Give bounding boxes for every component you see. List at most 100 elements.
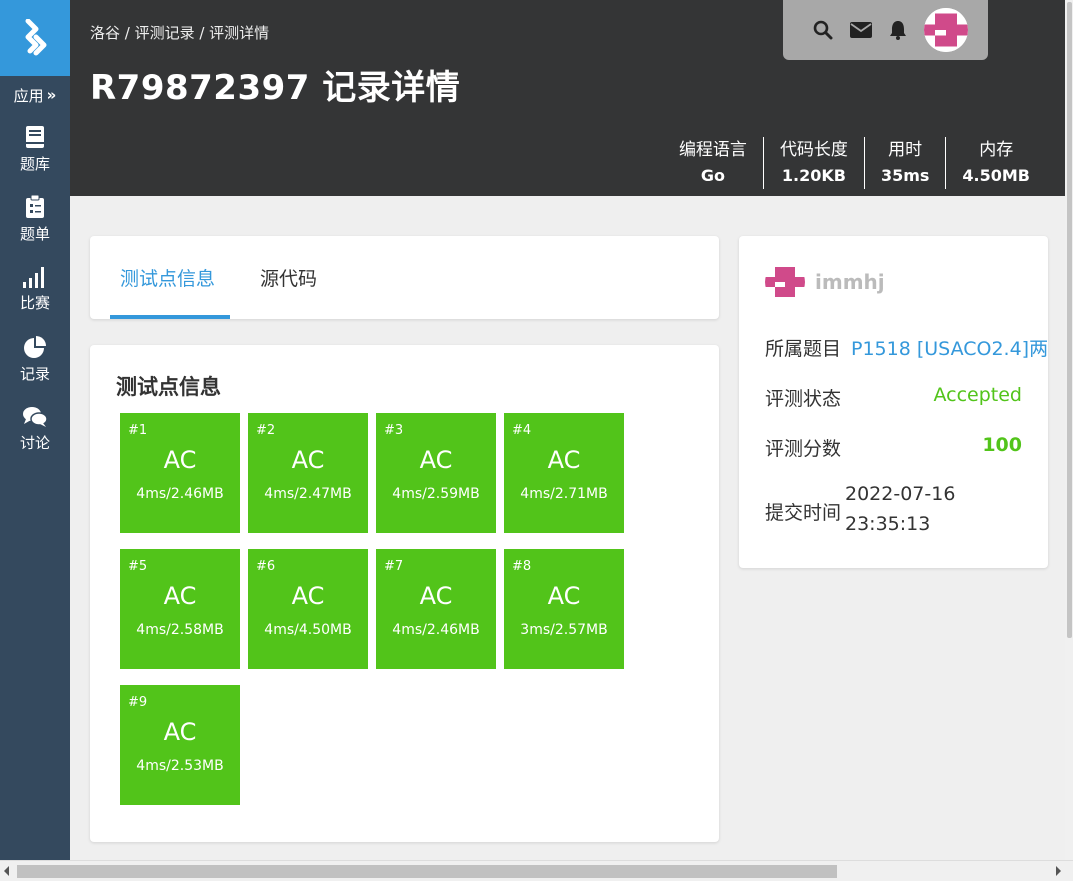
testcase-tile[interactable]: #9 AC 4ms/2.53MB [120, 685, 240, 805]
section-title: 测试点信息 [116, 375, 221, 399]
sidebar-item-label: 讨论 [19, 433, 50, 452]
user-avatar[interactable] [924, 8, 968, 52]
breadcrumb[interactable]: 洛谷 / 评测记录 / 评测详情 [90, 22, 269, 43]
tabs-card: 测试点信息 源代码 [90, 236, 719, 319]
stat-label: 编程语言 [678, 140, 747, 160]
testcase-number: #4 [512, 423, 532, 438]
stat-value: 1.20KB [781, 166, 846, 185]
problem-label: 所属题目 [765, 338, 842, 360]
logo-icon [25, 19, 47, 56]
testcase-number: #2 [256, 423, 276, 438]
sidebar-item-records[interactable]: 记录 [0, 324, 70, 394]
search-icon[interactable] [813, 20, 833, 40]
stat-value: 4.50MB [962, 166, 1030, 185]
testcase-usage: 4ms/2.46MB [136, 486, 224, 502]
testcase-status: AC [547, 446, 581, 474]
user-toolbar [783, 0, 988, 60]
status-value: Accepted [933, 384, 1022, 406]
testcase-tile[interactable]: #4 AC 4ms/2.71MB [504, 413, 624, 533]
testcases-card: 测试点信息 #1 AC 4ms/2.46MB #2 AC 4ms/2.47MB … [90, 345, 719, 842]
book-icon [26, 125, 44, 148]
testcase-status: AC [163, 718, 197, 746]
testcase-number: #5 [128, 559, 148, 574]
testcase-tile[interactable]: #2 AC 4ms/2.47MB [248, 413, 368, 533]
stat-value: 35ms [880, 166, 930, 185]
sidebar-item-label: 比赛 [19, 293, 50, 312]
sidebar-item-discuss[interactable]: 讨论 [0, 394, 70, 464]
stat-value: Go [700, 166, 725, 185]
problem-link[interactable]: P1518 [USACO2.4]两只塔 [851, 334, 1048, 361]
submit-date: 2022-07-16 [845, 483, 956, 505]
stat-code-length: 代码长度 1.20KB [762, 137, 864, 189]
submitter[interactable]: immhj [765, 262, 885, 302]
testcase-number: #8 [512, 559, 532, 574]
sidebar: 应用 » 题库 题单 比赛 记录 讨论 [0, 0, 70, 860]
apps-label: 应用 [13, 86, 44, 105]
sidebar-item-label: 题单 [19, 224, 50, 243]
horizontal-scrollbar[interactable] [0, 860, 1073, 881]
horizontal-scroll-thumb[interactable] [17, 865, 837, 878]
vertical-scroll-thumb[interactable] [1067, 2, 1072, 638]
bell-icon[interactable] [889, 20, 907, 40]
testcase-number: #7 [384, 559, 404, 574]
testcase-number: #6 [256, 559, 276, 574]
submit-clock: 23:35:13 [845, 513, 931, 535]
status-label: 评测状态 [765, 388, 842, 410]
testcase-usage: 4ms/2.53MB [136, 758, 224, 774]
testcase-usage: 4ms/2.71MB [520, 486, 608, 502]
active-tab-indicator [110, 315, 230, 319]
testcase-tile[interactable]: #1 AC 4ms/2.46MB [120, 413, 240, 533]
apps-toggle[interactable]: 应用 » [0, 76, 70, 114]
score-label: 评测分数 [765, 438, 842, 460]
vertical-scrollbar[interactable] [1065, 0, 1073, 860]
avatar [765, 262, 805, 302]
testcase-tile[interactable]: #5 AC 4ms/2.58MB [120, 549, 240, 669]
testcase-status: AC [547, 582, 581, 610]
testcase-status: AC [291, 582, 325, 610]
page-title: R79872397 记录详情 [90, 68, 461, 108]
stat-label: 用时 [888, 140, 923, 160]
testcase-status: AC [163, 582, 197, 610]
comments-icon [23, 406, 48, 427]
submit-time-label: 提交时间 [765, 502, 842, 524]
testcase-tile[interactable]: #6 AC 4ms/4.50MB [248, 549, 368, 669]
testcase-number: #9 [128, 695, 148, 710]
bar-chart-icon [23, 266, 44, 288]
tab-testcases[interactable]: 测试点信息 [120, 264, 215, 291]
testcase-status: AC [163, 446, 197, 474]
pie-chart-icon [24, 335, 46, 358]
sidebar-item-label: 记录 [19, 364, 50, 383]
stat-memory: 内存 4.50MB [945, 137, 1046, 189]
sidebar-item-problems[interactable]: 题库 [0, 114, 70, 184]
stat-label: 内存 [979, 140, 1014, 160]
mail-icon[interactable] [850, 22, 872, 38]
clipboard-icon [26, 194, 44, 218]
testcase-status: AC [419, 582, 453, 610]
sidebar-item-training[interactable]: 题单 [0, 184, 70, 254]
luogu-logo[interactable] [0, 0, 70, 76]
testcase-usage: 4ms/4.50MB [264, 622, 352, 638]
submission-info-card: immhj 所属题目 P1518 [USACO2.4]两只塔 评测状态 Acce… [739, 236, 1048, 568]
sidebar-item-label: 题库 [19, 154, 50, 173]
testcase-tile[interactable]: #8 AC 3ms/2.57MB [504, 549, 624, 669]
page-header: 洛谷 / 评测记录 / 评测详情 R79872397 记录详情 编程语言 Go … [70, 0, 1073, 196]
scroll-right-icon[interactable] [1056, 866, 1061, 876]
testcase-number: #1 [128, 423, 148, 438]
testcase-usage: 4ms/2.58MB [136, 622, 224, 638]
tab-source-code[interactable]: 源代码 [260, 264, 317, 291]
testcase-tile[interactable]: #3 AC 4ms/2.59MB [376, 413, 496, 533]
testcase-usage: 4ms/2.47MB [264, 486, 352, 502]
identicon-avatar [765, 262, 805, 302]
double-chevron-right-icon: » [46, 86, 57, 104]
scroll-left-icon[interactable] [4, 866, 9, 876]
stat-language: 编程语言 Go [663, 137, 763, 189]
score-value: 100 [982, 434, 1022, 456]
stat-label: 代码长度 [779, 140, 848, 160]
submission-stats: 编程语言 Go 代码长度 1.20KB 用时 35ms 内存 4.50MB [663, 137, 1046, 189]
testcase-usage: 4ms/2.59MB [392, 486, 480, 502]
stat-time: 用时 35ms [863, 137, 945, 189]
testcase-status: AC [419, 446, 453, 474]
testcase-tile[interactable]: #7 AC 4ms/2.46MB [376, 549, 496, 669]
sidebar-item-contests[interactable]: 比赛 [0, 254, 70, 324]
username: immhj [815, 270, 885, 294]
